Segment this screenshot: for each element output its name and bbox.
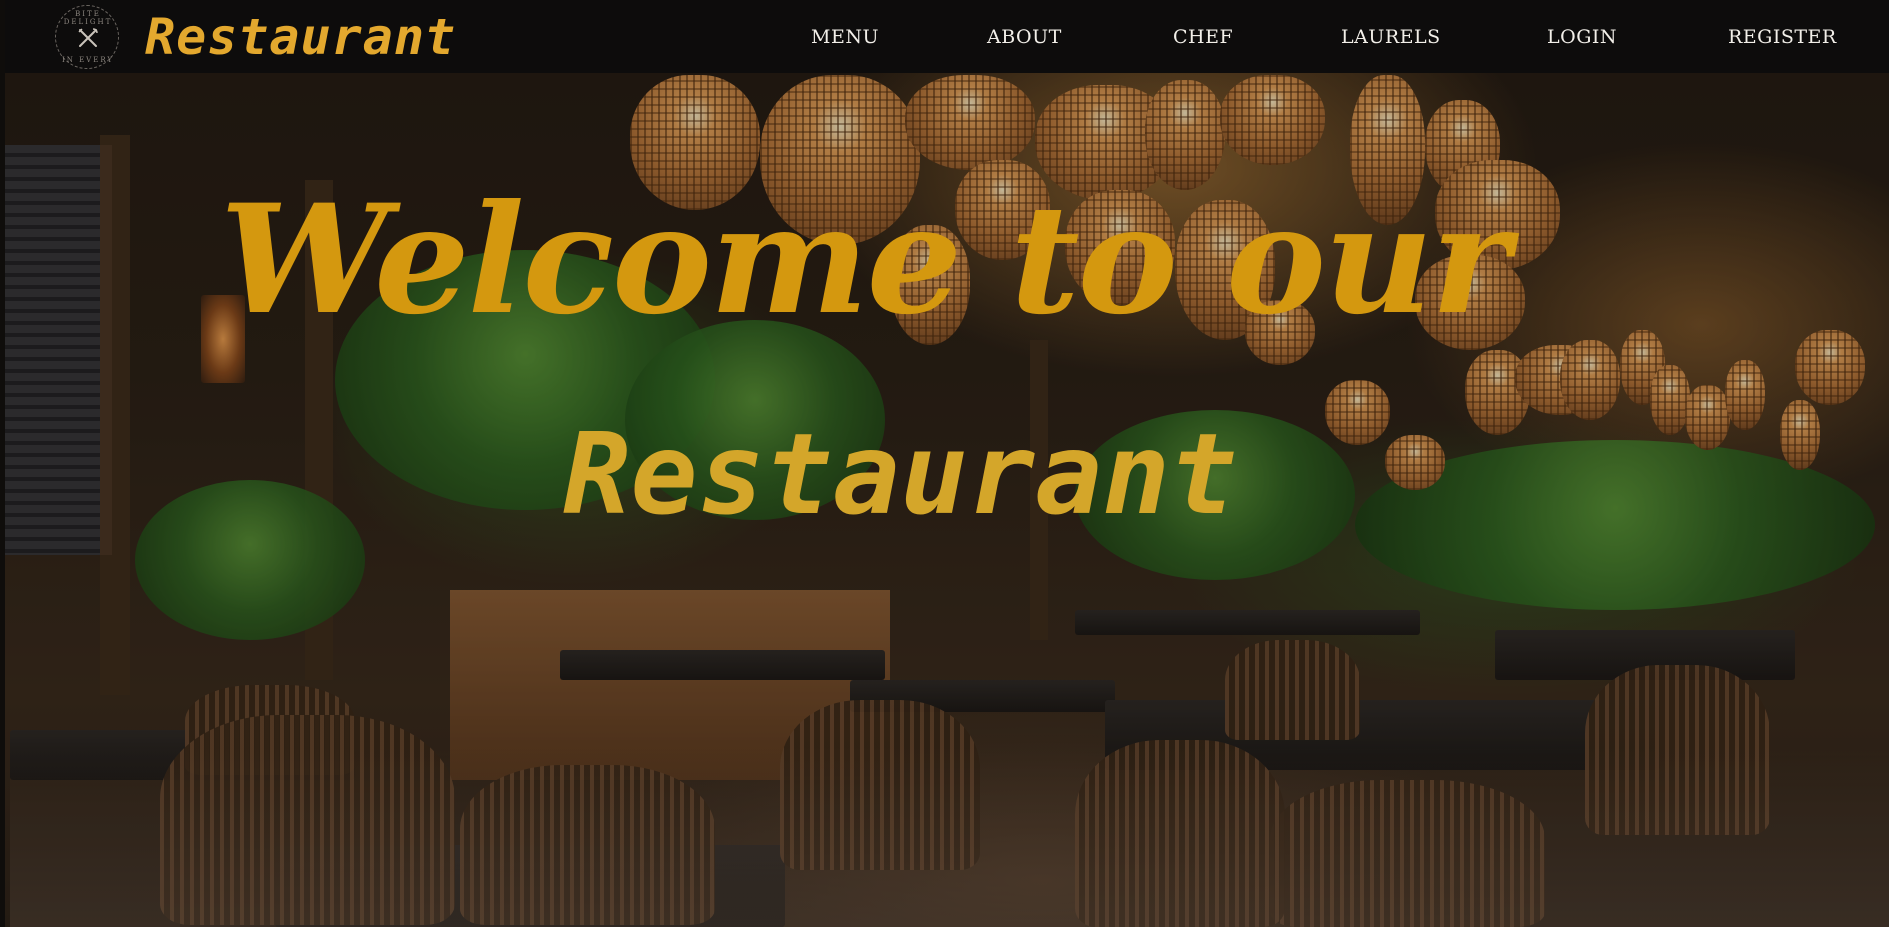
nav-link-about[interactable]: ABOUT [987,25,1062,49]
brand-name[interactable]: Restaurant [145,6,456,68]
brand-logo-badge[interactable]: BITE DELIGHT IN EVERY [55,5,119,69]
nav-link-chef[interactable]: CHEF [1173,25,1233,49]
nav-link-menu[interactable]: MENU [811,25,879,49]
landing-page: Welcome to our Restaurant BITE DELIGHT I… [0,0,1889,927]
hero-title-restaurant: Restaurant [563,410,1238,540]
fork-knife-icon [78,28,98,47]
hero-title-welcome: Welcome to our [220,172,1510,348]
window-edge [0,0,5,927]
nav-link-login[interactable]: LOGIN [1547,25,1617,49]
nav-link-laurels[interactable]: LAURELS [1341,25,1441,49]
badge-text-top: BITE DELIGHT [63,10,113,26]
badge-text-bottom: IN EVERY [61,56,115,64]
top-navbar: BITE DELIGHT IN EVERY Restaurant MENU AB… [5,0,1889,73]
window-shutter [5,145,112,555]
nav-link-register[interactable]: REGISTER [1728,25,1837,49]
